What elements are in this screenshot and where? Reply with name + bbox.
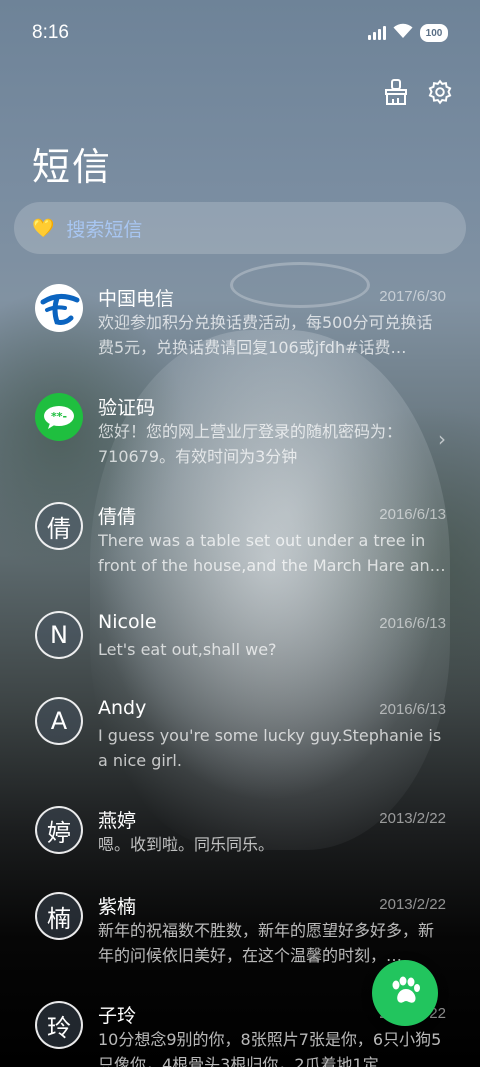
new-message-fab[interactable] (372, 960, 438, 1026)
message-preview: 嗯。收到啦。同乐同乐。 (98, 835, 275, 854)
message-date: 2016/6/13 (379, 615, 446, 632)
contact-name: 紫楠 (98, 896, 137, 918)
message-preview: There was a table set out under a tree i… (98, 531, 446, 575)
page-title: 短信 (32, 145, 113, 189)
status-icons: 100 (368, 23, 448, 44)
contact-name: 燕婷 (98, 810, 137, 832)
message-preview: 10分想念9别的你，8张照片7张是你，6只小狗5只像你，4根骨头3根归你，2爪着… (98, 1030, 442, 1067)
contact-name: 验证码 (98, 397, 156, 419)
contact-avatar: A (35, 697, 83, 745)
contact-name: 中国电信 (98, 288, 175, 310)
contact-avatar: 楠 (35, 892, 83, 940)
message-preview: I guess you're some lucky guy.Stephanie … (98, 726, 442, 770)
settings-gear-icon[interactable] (426, 78, 454, 106)
conversation-item[interactable]: 倩 倩倩 2016/6/13 There was a table set out… (0, 486, 480, 595)
china-telecom-logo-icon (35, 284, 83, 332)
contact-avatar: 倩 (35, 502, 83, 550)
sms-bubble-icon: **- (35, 393, 83, 441)
contact-avatar: N (35, 611, 83, 659)
message-preview: Let's eat out,shall we? (98, 640, 277, 659)
paw-icon (388, 975, 422, 1011)
status-bar: 8:16 100 (0, 0, 480, 66)
message-preview: 欢迎参加积分兑换话费活动，每500分可兑换话费5元，兑换话费请回复106或jfd… (98, 313, 433, 357)
wifi-icon (393, 23, 413, 44)
message-date: 2017/6/30 (379, 288, 446, 305)
message-date: 2016/6/13 (379, 506, 446, 523)
top-actions (382, 78, 454, 106)
contact-name: 子玲 (98, 1005, 137, 1027)
contact-name: Andy (98, 697, 147, 719)
message-date: 2013/2/22 (379, 896, 446, 913)
yellow-heart-icon: 💛 (32, 217, 55, 239)
search-placeholder: 搜索短信 (66, 218, 143, 241)
battery-icon: 100 (420, 24, 448, 42)
conversation-item[interactable]: N Nicole 2016/6/13 Let's eat out,shall w… (0, 595, 480, 681)
svg-text:**-: **- (51, 410, 67, 423)
conversation-item[interactable]: 婷 燕婷 2013/2/22 嗯。收到啦。同乐同乐。 (0, 790, 480, 876)
status-time: 8:16 (32, 22, 69, 43)
message-preview: 新年的祝福数不胜数，新年的愿望好多好多，新年的问候依旧美好，在这个温馨的时刻，… (98, 921, 435, 965)
signal-icon (368, 26, 386, 40)
conversation-list: 中国电信 2017/6/30 欢迎参加积分兑换话费活动，每500分可兑换话费5元… (0, 268, 480, 1067)
conversation-item[interactable]: A Andy 2016/6/13 I guess you're some luc… (0, 681, 480, 790)
conversation-item[interactable]: **- 验证码 您好！您的网上营业厅登录的随机密码为：710679。有效时间为3… (0, 377, 480, 486)
search-bar[interactable]: 💛 搜索短信 (14, 202, 466, 254)
message-date: 2016/6/13 (379, 701, 446, 718)
chevron-right-icon: › (438, 427, 446, 451)
clean-brush-icon[interactable] (382, 78, 410, 106)
conversation-item[interactable]: 中国电信 2017/6/30 欢迎参加积分兑换话费活动，每500分可兑换话费5元… (0, 268, 480, 377)
contact-avatar: 玲 (35, 1001, 83, 1049)
message-date: 2013/2/22 (379, 810, 446, 827)
contact-name: Nicole (98, 611, 157, 633)
contact-name: 倩倩 (98, 506, 137, 528)
message-preview: 您好！您的网上营业厅登录的随机密码为：710679。有效时间为3分钟 (98, 422, 403, 466)
contact-avatar: 婷 (35, 806, 83, 854)
